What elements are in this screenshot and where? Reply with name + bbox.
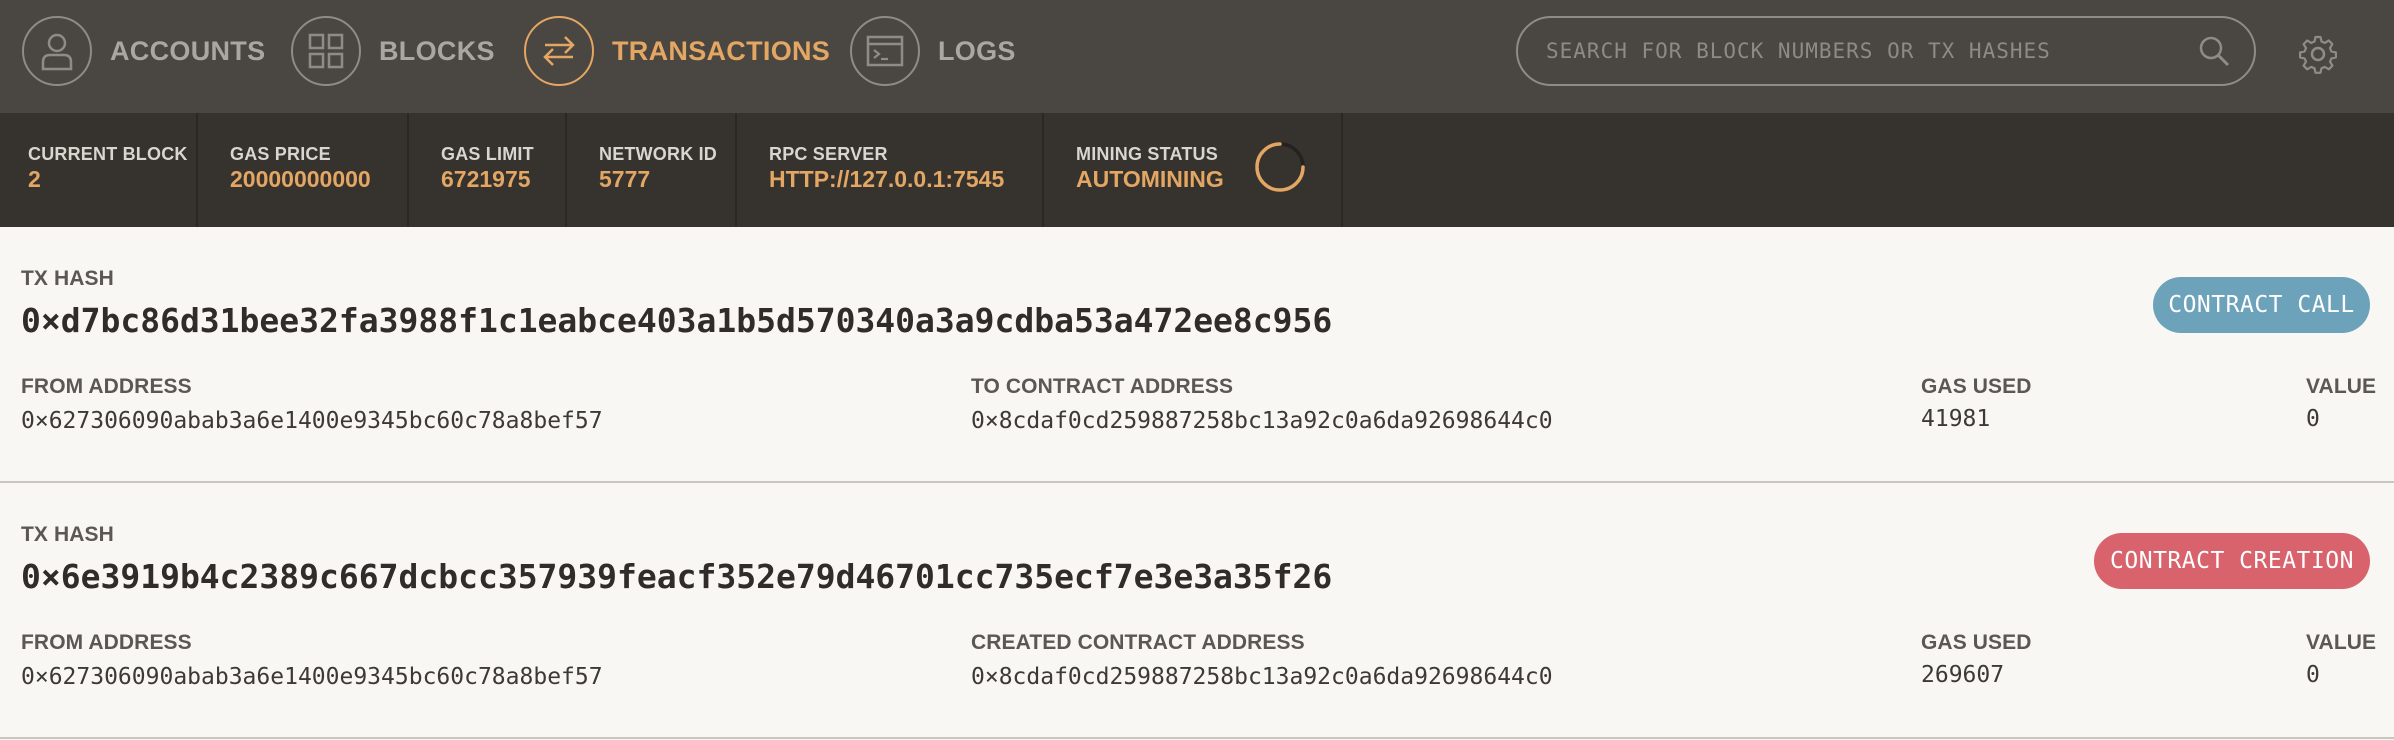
search-icon[interactable] xyxy=(2194,31,2234,71)
status-network-id: NETWORK ID 5777 xyxy=(567,113,737,227)
nav-blocks-label: BLOCKS xyxy=(379,35,495,66)
gas-limit-label: GAS LIMIT xyxy=(441,144,534,164)
gas-used: 269607 xyxy=(1921,662,2005,688)
user-icon xyxy=(22,16,92,86)
top-navigation: ACCOUNTS BLOCKS TRANSACTIONS LOGS SEARCH… xyxy=(0,0,2394,113)
from-address-label: FROM ADDRESS xyxy=(21,631,192,654)
gas-limit-value: 6721975 xyxy=(441,166,531,192)
nav-logs-label: LOGS xyxy=(938,35,1016,66)
from-address: 0×627306090abab3a6e1400e9345bc60c78a8bef… xyxy=(21,664,603,690)
from-address-label: FROM ADDRESS xyxy=(21,375,192,398)
tx-hash-label: TX HASH xyxy=(21,267,114,290)
tx-hash: 0×6e3919b4c2389c667dcbcc357939feacf352e7… xyxy=(21,557,1333,596)
status-gas-price: GAS PRICE 20000000000 xyxy=(198,113,409,227)
tx-hash-label: TX HASH xyxy=(21,523,114,546)
status-rpc-server: RPC SERVER HTTP://127.0.0.1:7545 xyxy=(737,113,1044,227)
nav-accounts-label: ACCOUNTS xyxy=(110,35,266,66)
rpc-server-value: HTTP://127.0.0.1:7545 xyxy=(769,166,1005,192)
grid-icon xyxy=(291,16,361,86)
transaction-row[interactable]: TX HASH 0×6e3919b4c2389c667dcbcc357939fe… xyxy=(0,483,2394,739)
nav-transactions-label: TRANSACTIONS xyxy=(612,35,831,66)
gas-price-value: 20000000000 xyxy=(230,166,371,192)
status-gas-limit: GAS LIMIT 6721975 xyxy=(409,113,567,227)
nav-logs[interactable]: LOGS xyxy=(850,14,1016,88)
status-bar: CURRENT BLOCK 2 GAS PRICE 20000000000 GA… xyxy=(0,113,2394,227)
created-contract-address-label: CREATED CONTRACT ADDRESS xyxy=(971,631,1305,654)
network-id-label: NETWORK ID xyxy=(599,144,717,164)
mining-spinner-icon xyxy=(1255,142,1305,192)
to-address-label: TO CONTRACT ADDRESS xyxy=(971,375,1234,398)
value-label: VALUE xyxy=(2306,375,2377,398)
mining-status-value: AUTOMINING xyxy=(1076,166,1224,192)
swap-arrows-icon xyxy=(524,16,594,86)
tx-type-badge: CONTRACT CREATION xyxy=(2094,533,2370,589)
transaction-row[interactable]: TX HASH 0×d7bc86d31bee32fa3988f1c1eabce4… xyxy=(0,227,2394,483)
gas-used-label: GAS USED xyxy=(1921,631,2032,654)
nav-blocks[interactable]: BLOCKS xyxy=(291,14,495,88)
terminal-icon xyxy=(850,16,920,86)
gas-used: 41981 xyxy=(1921,406,1991,432)
current-block-label: CURRENT BLOCK xyxy=(28,144,188,164)
tx-type-badge: CONTRACT CALL xyxy=(2153,277,2370,333)
gear-icon[interactable] xyxy=(2298,34,2338,74)
current-block-value: 2 xyxy=(28,166,41,192)
created-contract-address: 0×8cdaf0cd259887258bc13a92c0a6da92698644… xyxy=(971,664,1553,690)
gas-used-label: GAS USED xyxy=(1921,375,2032,398)
nav-transactions[interactable]: TRANSACTIONS xyxy=(524,14,830,88)
nav-accounts[interactable]: ACCOUNTS xyxy=(22,14,265,88)
search-box xyxy=(1516,16,2256,86)
rpc-server-label: RPC SERVER xyxy=(769,144,888,164)
search-input[interactable] xyxy=(1544,38,2194,64)
status-current-block: CURRENT BLOCK 2 xyxy=(0,113,198,227)
tx-value: 0 xyxy=(2306,662,2320,688)
tx-value: 0 xyxy=(2306,406,2320,432)
mining-status-label: MINING STATUS xyxy=(1076,144,1218,164)
from-address: 0×627306090abab3a6e1400e9345bc60c78a8bef… xyxy=(21,408,603,434)
value-label: VALUE xyxy=(2306,631,2377,654)
to-address: 0×8cdaf0cd259887258bc13a92c0a6da92698644… xyxy=(971,408,1553,434)
tx-hash: 0×d7bc86d31bee32fa3988f1c1eabce403a1b5d5… xyxy=(21,301,1333,340)
gas-price-label: GAS PRICE xyxy=(230,144,331,164)
network-id-value: 5777 xyxy=(599,166,651,192)
